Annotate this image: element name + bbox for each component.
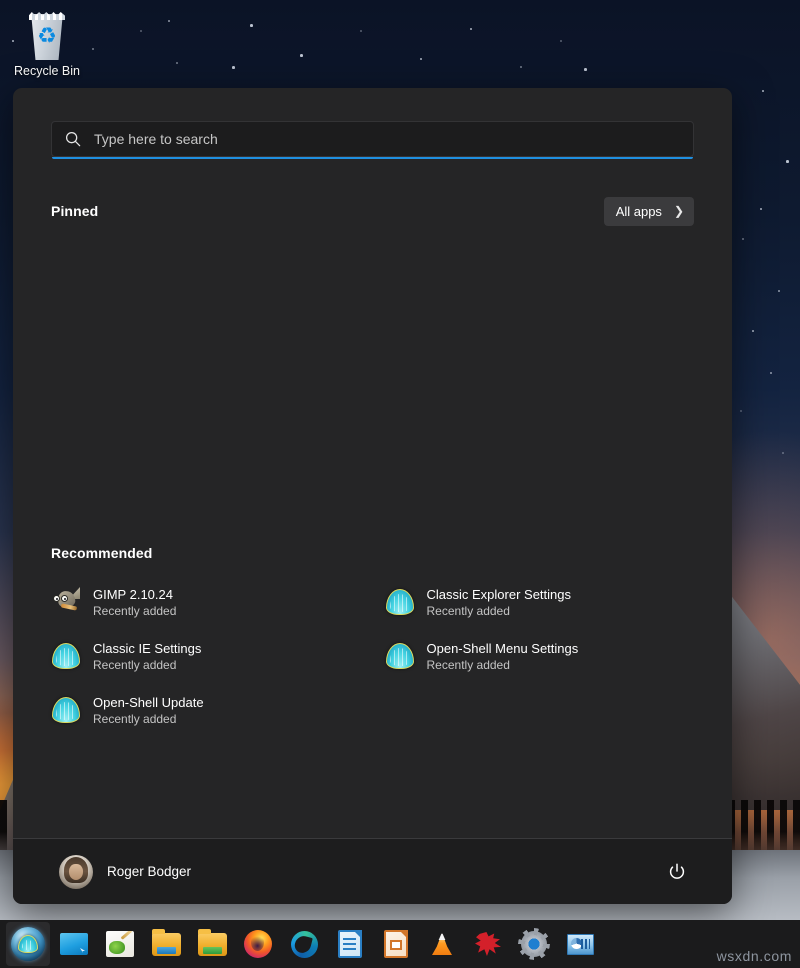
display-monitor-icon	[60, 933, 88, 955]
desktop: ♻ Recycle Bin Pinned All apps ❯	[0, 0, 800, 968]
taskbar-item-edge[interactable]	[282, 922, 326, 966]
watermark: wsxdn.com	[717, 948, 792, 964]
open-shell-icon	[51, 641, 81, 671]
taskbar-item-settings[interactable]	[512, 922, 556, 966]
taskbar-item-vlc[interactable]	[420, 922, 464, 966]
recommended-item[interactable]: Classic Explorer Settings Recently added	[377, 575, 703, 629]
user-name-label: Roger Bodger	[107, 864, 191, 879]
open-shell-start-orb-icon	[11, 927, 45, 961]
recycle-bin-icon: ♻	[24, 10, 70, 60]
power-icon	[667, 862, 687, 882]
desktop-icon-label: Recycle Bin	[8, 64, 86, 79]
recommended-item-name: Classic Explorer Settings	[427, 586, 572, 603]
recommended-item-subtitle: Recently added	[427, 603, 572, 619]
recommended-item[interactable]: Open-Shell Menu Settings Recently added	[377, 629, 703, 683]
recommended-item-name: Classic IE Settings	[93, 640, 201, 657]
desktop-icon-recycle-bin[interactable]: ♻ Recycle Bin	[8, 6, 86, 79]
folder-green-icon	[198, 933, 227, 956]
gimp-icon	[51, 587, 81, 617]
paint-icon	[106, 931, 134, 957]
recommended-item-name: GIMP 2.10.24	[93, 586, 176, 603]
start-menu-user-bar: Roger Bodger	[13, 838, 732, 904]
red-splat-icon	[475, 932, 501, 956]
taskbar-item-analytics[interactable]	[558, 922, 602, 966]
user-account-button[interactable]: Roger Bodger	[51, 849, 199, 895]
open-shell-icon	[385, 587, 415, 617]
firefox-icon	[244, 930, 272, 958]
all-apps-label: All apps	[616, 204, 662, 219]
folder-blue-icon	[152, 933, 181, 956]
chart-icon	[567, 934, 594, 955]
all-apps-button[interactable]: All apps ❯	[604, 197, 694, 226]
taskbar-item-file-explorer[interactable]	[144, 922, 188, 966]
recommended-item-subtitle: Recently added	[427, 657, 579, 673]
taskbar-item-libreoffice-writer[interactable]	[328, 922, 372, 966]
recommended-header: Recommended	[51, 545, 694, 561]
pinned-apps-grid[interactable]	[51, 227, 694, 545]
libreoffice-impress-icon	[384, 930, 408, 958]
search-focus-underline	[52, 157, 693, 159]
taskbar-item-firefox[interactable]	[236, 922, 280, 966]
taskbar-item-libreoffice-impress[interactable]	[374, 922, 418, 966]
taskbar	[0, 920, 800, 968]
search-icon	[64, 130, 82, 148]
recommended-item-subtitle: Recently added	[93, 603, 176, 619]
recommended-item[interactable]: Classic IE Settings Recently added	[43, 629, 369, 683]
search-box[interactable]	[51, 121, 694, 157]
taskbar-item-krita[interactable]	[466, 922, 510, 966]
avatar	[59, 855, 93, 889]
recommended-title: Recommended	[51, 545, 694, 561]
open-shell-icon	[51, 695, 81, 725]
taskbar-item-start[interactable]	[6, 922, 50, 966]
pinned-header-row: Pinned All apps ❯	[51, 195, 694, 227]
vlc-cone-icon	[429, 931, 455, 957]
chevron-right-icon: ❯	[674, 205, 684, 217]
edge-icon	[291, 931, 318, 958]
taskbar-item-show-desktop[interactable]	[52, 922, 96, 966]
recommended-item-name: Open-Shell Menu Settings	[427, 640, 579, 657]
recommended-grid: GIMP 2.10.24 Recently added Classic Expl…	[43, 575, 702, 737]
power-button[interactable]	[660, 855, 694, 889]
recommended-item-name: Open-Shell Update	[93, 694, 204, 711]
pinned-title: Pinned	[51, 203, 98, 219]
taskbar-item-paint[interactable]	[98, 922, 142, 966]
open-shell-icon	[385, 641, 415, 671]
recommended-item-subtitle: Recently added	[93, 657, 201, 673]
recommended-item[interactable]: Open-Shell Update Recently added	[43, 683, 369, 737]
libreoffice-writer-icon	[338, 930, 362, 958]
start-menu-panel: Pinned All apps ❯ Recommended	[13, 88, 732, 904]
start-search-area	[51, 121, 694, 159]
search-input[interactable]	[94, 131, 681, 147]
recommended-item[interactable]: GIMP 2.10.24 Recently added	[43, 575, 369, 629]
gear-icon	[521, 931, 547, 957]
taskbar-item-documents-folder[interactable]	[190, 922, 234, 966]
recommended-item-subtitle: Recently added	[93, 711, 204, 727]
